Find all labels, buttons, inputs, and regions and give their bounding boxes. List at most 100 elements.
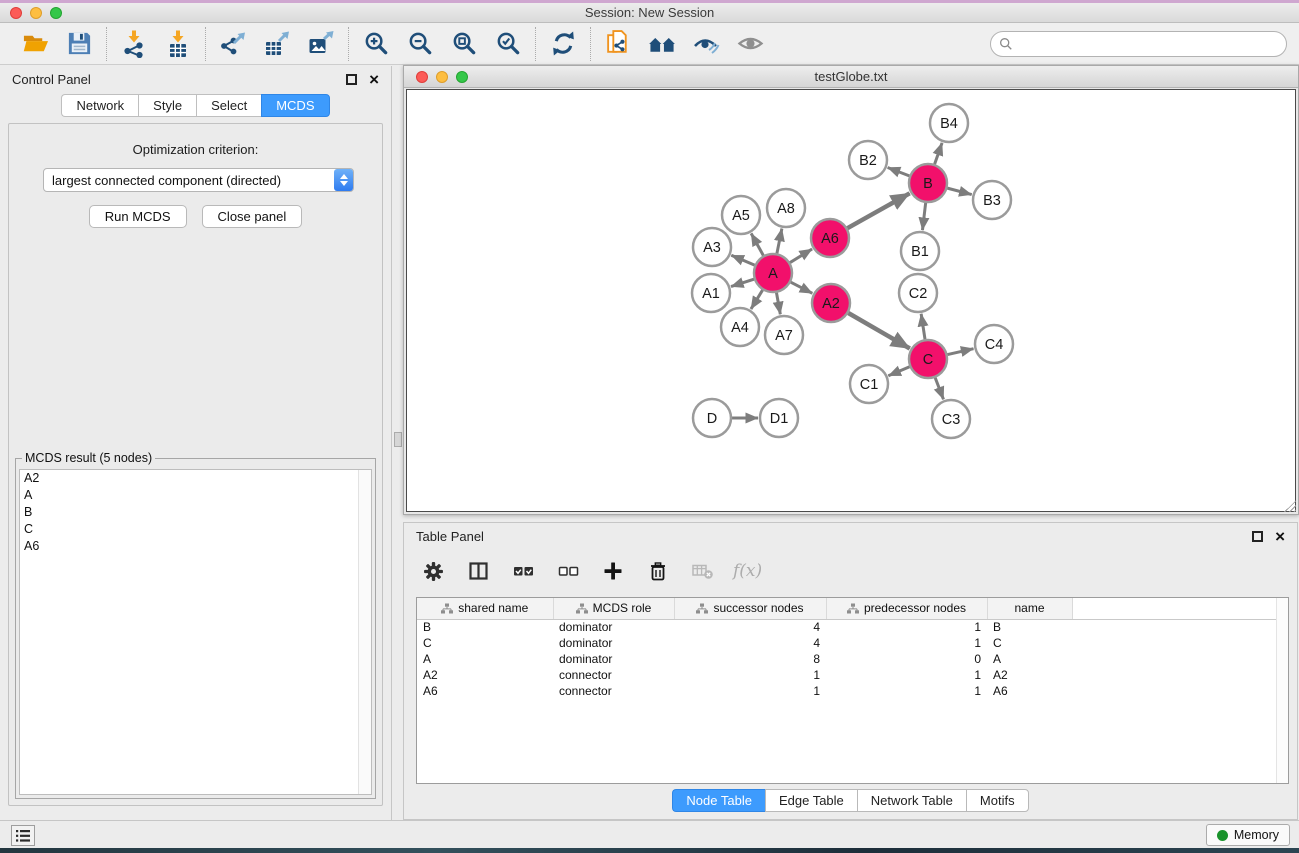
splitter-handle[interactable] <box>394 432 402 447</box>
column-header-predecessor-nodes[interactable]: predecessor nodes <box>826 598 987 619</box>
delete-column-button[interactable] <box>643 557 673 585</box>
tab-node-table[interactable]: Node Table <box>672 789 765 812</box>
close-window-button[interactable] <box>10 7 22 19</box>
graph-edge-C-C4[interactable] <box>948 349 974 355</box>
mcds-result-item[interactable]: A <box>20 487 371 504</box>
tab-network[interactable]: Network <box>61 94 138 117</box>
show-hide-annotations-button[interactable] <box>688 27 724 61</box>
column-header-shared-name[interactable]: shared name <box>417 598 553 619</box>
graph-edge-B-B2[interactable] <box>888 168 910 176</box>
table-row[interactable]: Bdominator41B <box>417 619 1288 635</box>
float-panel-icon[interactable] <box>346 74 357 85</box>
delete-table-button-disabled <box>688 557 718 585</box>
export-table-button[interactable] <box>259 27 295 61</box>
show-hide-graphics-details-button[interactable] <box>732 27 768 61</box>
network-window-titlebar[interactable]: testGlobe.txt <box>404 66 1298 88</box>
graph-edge-C-C1[interactable] <box>888 367 909 376</box>
open-file-button[interactable] <box>17 27 53 61</box>
minimize-window-button[interactable] <box>30 7 42 19</box>
search-input[interactable] <box>1018 36 1278 51</box>
column-header-mcds-role[interactable]: MCDS role <box>553 598 674 619</box>
tab-select[interactable]: Select <box>196 94 261 117</box>
refresh-button[interactable] <box>545 27 581 61</box>
graph-node-label: C1 <box>860 377 879 393</box>
app-titlebar: Session: New Session <box>0 3 1299 23</box>
graph-edge-B-B3[interactable] <box>947 188 971 194</box>
column-header-name[interactable]: name <box>987 598 1072 619</box>
create-column-button[interactable] <box>598 557 628 585</box>
table-row[interactable]: Adominator80A <box>417 651 1288 667</box>
scrollbar-track[interactable] <box>358 470 371 794</box>
graph-edge-B-B1[interactable] <box>922 203 925 230</box>
optimization-criterion-dropdown[interactable]: largest connected component (directed) <box>43 168 354 192</box>
tab-motifs[interactable]: Motifs <box>966 789 1029 812</box>
table-settings-button[interactable] <box>418 557 448 585</box>
scrollbar-track[interactable] <box>1276 598 1288 783</box>
tab-network-table[interactable]: Network Table <box>857 789 966 812</box>
zoom-out-button[interactable] <box>402 27 438 61</box>
minimize-window-button[interactable] <box>436 71 448 83</box>
tab-mcds[interactable]: MCDS <box>261 94 329 117</box>
close-panel-icon[interactable]: × <box>1275 531 1285 542</box>
table-row[interactable]: Cdominator41C <box>417 635 1288 651</box>
graph-edge-A-A7[interactable] <box>776 293 780 315</box>
graph-edge-C-C3[interactable] <box>935 378 943 400</box>
graph-node-label: A6 <box>821 231 839 247</box>
close-panel-icon[interactable]: × <box>369 74 379 85</box>
deselect-all-rows-button[interactable] <box>553 557 583 585</box>
graph-edge-A-A5[interactable] <box>751 233 763 255</box>
graph-edge-A-A6[interactable] <box>790 249 812 263</box>
import-network-button[interactable] <box>116 27 152 61</box>
close-panel-button[interactable]: Close panel <box>202 205 303 228</box>
mcds-result-title: MCDS result (5 nodes) <box>22 451 155 465</box>
zoom-window-button[interactable] <box>456 71 468 83</box>
mcds-result-group: MCDS result (5 nodes) A2 A B C A6 <box>15 458 376 799</box>
show-column-button[interactable] <box>463 557 493 585</box>
graph-node-label: A <box>768 266 778 282</box>
close-window-button[interactable] <box>416 71 428 83</box>
graph-edge-A-A4[interactable] <box>751 290 763 309</box>
graph-node-label: B <box>923 176 933 192</box>
annotations-eye-slash-icon <box>692 30 720 58</box>
zoom-selected-button[interactable] <box>490 27 526 61</box>
import-table-button[interactable] <box>160 27 196 61</box>
window-resize-grip[interactable] <box>1284 500 1296 512</box>
run-mcds-button[interactable]: Run MCDS <box>89 205 187 228</box>
zoom-fit-button[interactable] <box>446 27 482 61</box>
mcds-result-item[interactable]: B <box>20 504 371 521</box>
mcds-result-item[interactable]: C <box>20 521 371 538</box>
search-field[interactable] <box>990 31 1287 57</box>
export-network-button[interactable] <box>215 27 251 61</box>
tab-style[interactable]: Style <box>138 94 196 117</box>
graph-node-label: A3 <box>703 240 721 256</box>
select-all-rows-button[interactable] <box>508 557 538 585</box>
mcds-result-item[interactable]: A2 <box>20 470 371 487</box>
mcds-result-list[interactable]: A2 A B C A6 <box>19 469 372 795</box>
mcds-result-item[interactable]: A6 <box>20 538 371 555</box>
task-history-button[interactable] <box>11 825 35 846</box>
graph-edge-A-A8[interactable] <box>777 229 782 254</box>
home-button[interactable] <box>644 27 680 61</box>
memory-button[interactable]: Memory <box>1206 824 1290 846</box>
column-header-successor-nodes[interactable]: successor nodes <box>674 598 826 619</box>
network-canvas[interactable]: AA1A2A3A4A5A6A7A8BB1B2B3B4CC1C2C3C4DD1 <box>406 89 1296 512</box>
graph-edge-B-B4[interactable] <box>935 143 942 164</box>
export-image-button[interactable] <box>303 27 339 61</box>
save-session-button[interactable] <box>61 27 97 61</box>
graph-edge-A-A2[interactable] <box>791 282 813 293</box>
float-panel-icon[interactable] <box>1252 531 1263 542</box>
table-row[interactable]: A6connector11A6 <box>417 683 1288 699</box>
new-network-from-selection-button[interactable] <box>600 27 636 61</box>
zoom-in-button[interactable] <box>358 27 394 61</box>
graph-edge-A2-C[interactable] <box>848 313 909 349</box>
graph-edge-A6-B[interactable] <box>847 193 909 228</box>
node-table[interactable]: shared name MCDS role successor nodes pr… <box>416 597 1289 784</box>
table-row[interactable]: A2connector11A2 <box>417 667 1288 683</box>
tab-edge-table[interactable]: Edge Table <box>765 789 857 812</box>
graph-edge-A-A3[interactable] <box>731 255 754 265</box>
graph-node-label: A1 <box>702 286 720 302</box>
zoom-window-button[interactable] <box>50 7 62 19</box>
graph-edge-A-A1[interactable] <box>731 279 754 286</box>
graph-edge-C-C2[interactable] <box>921 314 925 339</box>
control-panel-title: Control Panel <box>12 72 91 87</box>
